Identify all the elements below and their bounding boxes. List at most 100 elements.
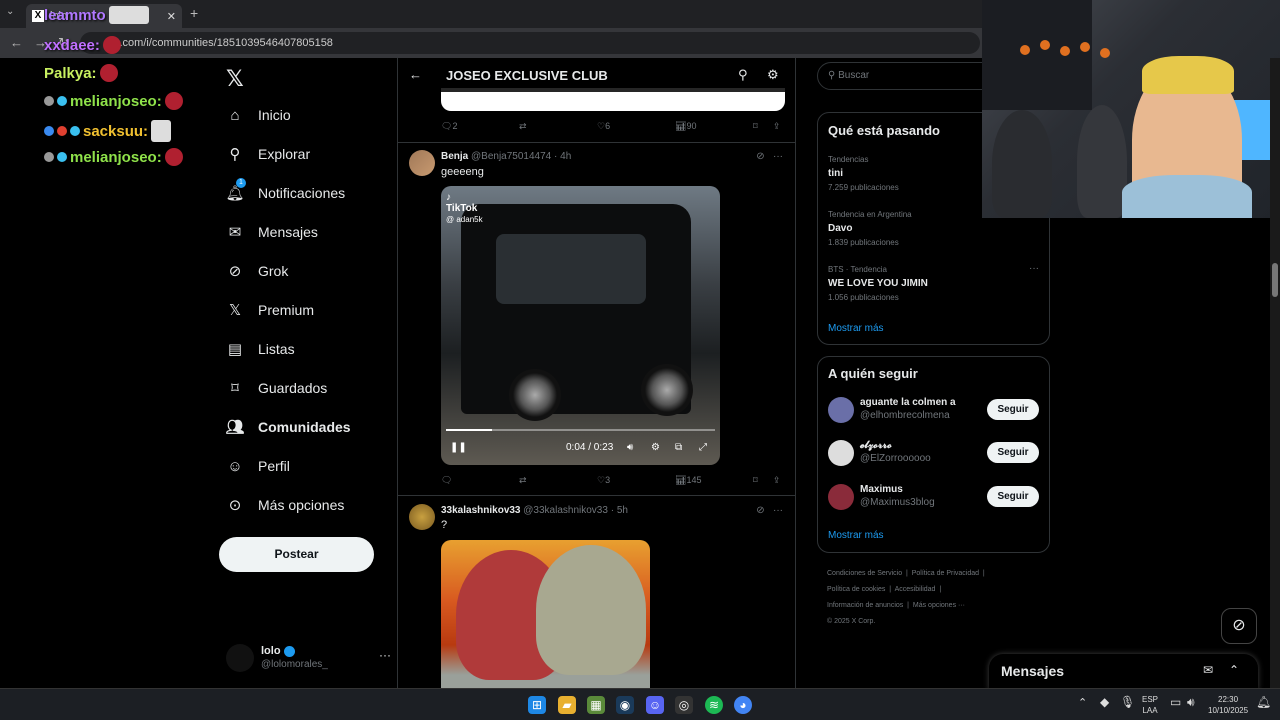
share-icon[interactable]: ⇪ <box>773 475 781 486</box>
app-icon[interactable]: ◎ <box>675 696 693 714</box>
volume-icon[interactable]: 🔊︎ <box>1187 696 1195 708</box>
account-switcher[interactable]: lolo @lolomorales_ ··· <box>226 642 391 674</box>
search-icon[interactable]: ⚲ <box>738 67 748 83</box>
messages-drawer[interactable]: Mensajes ✉ ⌃ <box>989 654 1258 690</box>
nav-item-premium[interactable]: 𝕏 Premium <box>226 301 314 319</box>
trend-name[interactable]: tini <box>828 168 843 179</box>
tweet-menu-icons[interactable]: ⊘ ··· <box>756 151 783 162</box>
nav-item-mas-opciones[interactable]: ⊙ Más opciones <box>226 496 345 514</box>
network-icon[interactable]: ▭ <box>1170 696 1181 708</box>
tweet-image[interactable] <box>441 540 650 688</box>
nav-item-mensajes[interactable]: ✉ Mensajes <box>226 223 318 241</box>
notification-bell-icon[interactable]: 🔔︎ <box>1256 696 1271 708</box>
settings-icon[interactable]: ⚙ <box>651 442 660 453</box>
x-favicon-icon: X <box>32 10 44 22</box>
new-tab-icon[interactable]: + <box>190 5 198 21</box>
chevron-up-icon[interactable]: ⌃ <box>1229 663 1239 677</box>
nav-item-inicio[interactable]: ⌂ Inicio <box>226 106 290 124</box>
windows-start-icon[interactable]: ⊞ <box>528 696 546 714</box>
footer-link[interactable]: Política de Privacidad <box>912 570 979 577</box>
divider <box>398 495 795 496</box>
avatar[interactable] <box>409 150 435 176</box>
post-button[interactable]: Postear <box>219 537 374 572</box>
scrollbar-thumb[interactable] <box>1272 263 1278 297</box>
new-message-icon[interactable]: ✉ <box>1203 663 1213 677</box>
footer-link[interactable]: Accesibilidad <box>895 586 936 593</box>
trend-name[interactable]: Davo <box>828 223 852 234</box>
language-indicator[interactable]: ESP LAA <box>1142 694 1158 716</box>
pause-icon[interactable]: ❚❚ <box>450 442 467 453</box>
trend-name[interactable]: WE LOVE YOU JIMIN <box>828 278 928 289</box>
footer-link[interactable]: Información de anuncios <box>827 602 903 609</box>
discord-icon[interactable]: ☺ <box>646 696 664 714</box>
steam-icon[interactable]: ◉ <box>616 696 634 714</box>
fullscreen-icon[interactable]: ⤢ <box>699 442 707 453</box>
bookmark-icon[interactable]: ⌑ <box>753 475 758 486</box>
like-button[interactable]: ♡ 6 <box>597 121 610 132</box>
more-icon[interactable]: ··· <box>379 648 391 662</box>
reply-button[interactable]: 🗨︎ <box>441 475 452 486</box>
tweet-author[interactable]: Benja @Benja75014474 · 4h <box>441 151 571 162</box>
tweet-author[interactable]: 33kalashnikov33 @33kalashnikov33 · 5h <box>441 505 628 516</box>
chevron-up-icon[interactable]: ⌃ <box>1078 698 1087 709</box>
follow-suggestion[interactable]: 𝓮𝓵𝔃𝓸𝓻𝓻𝓸 @ElZorroooooo Seguir <box>828 438 1039 468</box>
video-progress-bar[interactable] <box>446 429 715 431</box>
nav-item-comunidades[interactable]: 👥︎ Comunidades <box>225 418 350 436</box>
footer-link[interactable]: Más opciones ··· <box>913 602 965 609</box>
tab-close-icon[interactable]: ✕ <box>167 10 176 23</box>
x-logo-icon[interactable]: 𝕏 <box>226 66 244 92</box>
nav-label: Más opciones <box>258 497 345 513</box>
retweet-icon[interactable]: ⇄ <box>519 475 527 486</box>
list-icon: ▤ <box>227 341 243 358</box>
nav-item-explorar[interactable]: ⚲ Explorar <box>226 145 311 163</box>
microphone-icon[interactable]: 🎙︎ <box>1120 696 1135 708</box>
nav-item-listas[interactable]: ▤ Listas <box>226 340 295 358</box>
trend-count: 1.839 publicaciones <box>828 238 899 247</box>
footer-link[interactable]: Condiciones de Servicio <box>827 570 902 577</box>
follow-suggestion[interactable]: Maximus @Maximus3blog Seguir <box>828 482 1039 512</box>
follow-button[interactable]: Seguir <box>987 442 1039 463</box>
footer-link[interactable]: Política de cookies <box>827 586 885 593</box>
chrome-icon[interactable]: ◕ <box>734 696 752 714</box>
tray-app-icon[interactable]: ◆ <box>1100 696 1109 708</box>
suggestion-handle: @Maximus3blog <box>860 497 935 508</box>
pip-icon[interactable]: ⧉ <box>675 442 682 453</box>
follow-suggestion[interactable]: aguante la colmen a @elhombrecolmena Seg… <box>828 395 1039 425</box>
bookmark-icon[interactable]: ⌑ <box>753 121 758 132</box>
nav-label: Listas <box>258 341 295 357</box>
back-icon[interactable]: ← <box>10 35 23 50</box>
show-more-link[interactable]: Mostrar más <box>828 530 884 541</box>
more-icon[interactable]: ··· <box>1029 263 1039 274</box>
spotify-icon[interactable]: ≋ <box>705 696 723 714</box>
volume-icon[interactable]: 🔊︎ <box>627 442 633 453</box>
tweet-menu-icons[interactable]: ⊘ ··· <box>756 505 783 516</box>
follow-button[interactable]: Seguir <box>987 399 1039 420</box>
reply-count: 2 <box>452 121 458 131</box>
nav-item-guardados[interactable]: ⌑ Guardados <box>226 379 327 397</box>
trend-context: Tendencias <box>828 155 869 164</box>
nav-item-grok[interactable]: ⊘ Grok <box>226 262 289 280</box>
main-timeline: ← JOSEO EXCLUSIVE CLUB ⚲ ⚙ 🗨︎ 2 ⇄ ♡ 6 📊︎… <box>397 58 796 688</box>
share-icon[interactable]: ⇪ <box>773 121 781 132</box>
retweet-icon[interactable]: ⇄ <box>519 121 527 132</box>
clock[interactable]: 22:30 10/10/2025 <box>1208 694 1248 716</box>
views-button[interactable]: 📊︎ 145 <box>675 475 701 486</box>
reply-button[interactable]: 🗨︎ 2 <box>441 121 457 132</box>
nav-item-notificaciones[interactable]: 🔔︎ 1 Notificaciones <box>225 178 345 202</box>
grok-floating-button[interactable]: ⊘ <box>1221 608 1257 644</box>
views-button[interactable]: 📊︎ 90 <box>675 121 696 132</box>
gear-icon[interactable]: ⚙ <box>767 67 779 83</box>
follow-button[interactable]: Seguir <box>987 486 1039 507</box>
video-player[interactable]: ♪ TikTok @ adan5k ❚❚ 0:04 / 0:23 🔊︎ ⚙ ⧉ ⤢ <box>441 186 720 465</box>
file-explorer-icon[interactable]: ▰ <box>558 696 576 714</box>
page-scrollbar[interactable] <box>1270 58 1280 688</box>
url-field[interactable]: x.com/i/communities/1851039546407805158 <box>80 32 980 54</box>
nav-item-perfil[interactable]: ☺ Perfil <box>226 457 290 475</box>
search-icon: ⚲ <box>229 146 241 163</box>
avatar[interactable] <box>409 504 435 530</box>
like-button[interactable]: ♡ 3 <box>597 475 610 486</box>
back-arrow-icon[interactable]: ← <box>409 67 422 82</box>
tab-list-icon[interactable]: ⌄ <box>6 6 14 17</box>
show-more-link[interactable]: Mostrar más <box>828 323 884 334</box>
app-icon[interactable]: ▦ <box>587 696 605 714</box>
